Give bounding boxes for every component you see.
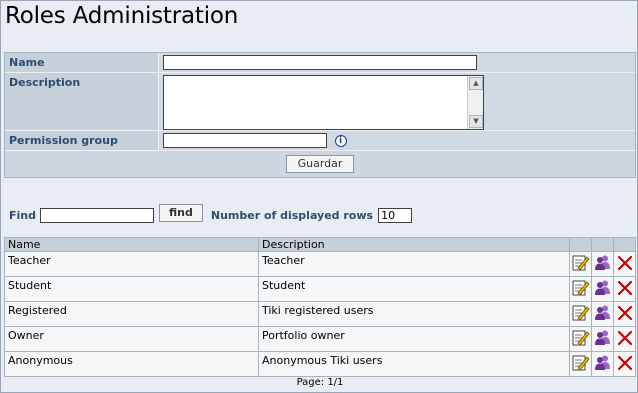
table-row: Teacher Teacher: [4, 251, 636, 277]
description-row: Description ▲ ▼: [5, 73, 635, 131]
find-label: Find: [9, 209, 36, 222]
scroll-down-icon[interactable]: ▼: [469, 115, 483, 128]
table-header-row: Name Description: [4, 237, 636, 252]
col-header-name[interactable]: Name: [4, 237, 259, 252]
edit-icon[interactable]: [572, 304, 590, 321]
group-permissions-icon[interactable]: [594, 279, 612, 296]
table-row: Owner Portfolio owner: [4, 326, 636, 352]
info-icon[interactable]: i: [334, 135, 347, 147]
roles-table: Name Description Teacher Teacher Student…: [4, 237, 636, 377]
role-description-cell: Teacher: [258, 251, 570, 277]
edit-icon[interactable]: [572, 354, 590, 371]
group-permissions-icon[interactable]: [594, 354, 612, 371]
edit-icon[interactable]: [572, 279, 590, 296]
delete-icon[interactable]: [617, 330, 633, 346]
table-row: Anonymous Anonymous Tiki users: [4, 351, 636, 377]
delete-icon[interactable]: [617, 355, 633, 371]
role-description-cell: Tiki registered users: [258, 301, 570, 327]
permission-group-label: Permission group: [5, 131, 159, 150]
group-permissions-icon[interactable]: [594, 254, 612, 271]
find-button[interactable]: find: [159, 203, 203, 222]
main-frame: Roles Administration Name Description ▲ …: [0, 0, 638, 393]
rows-input[interactable]: [378, 208, 413, 223]
role-description-cell: Portfolio owner: [258, 326, 570, 352]
col-header-description[interactable]: Description: [258, 237, 570, 252]
delete-icon[interactable]: [617, 280, 633, 296]
role-form: Name Description ▲ ▼ Permission group i: [4, 52, 636, 178]
description-textarea[interactable]: ▲ ▼: [163, 75, 484, 130]
edit-icon[interactable]: [572, 329, 590, 346]
edit-icon[interactable]: [572, 254, 590, 271]
role-name-cell: Anonymous: [4, 351, 259, 377]
table-row: Registered Tiki registered users: [4, 301, 636, 327]
group-permissions-icon[interactable]: [594, 304, 612, 321]
role-name-cell: Student: [4, 276, 259, 302]
name-input[interactable]: [163, 55, 477, 70]
role-name-cell: Registered: [4, 301, 259, 327]
rows-label: Number of displayed rows: [210, 209, 374, 222]
save-button[interactable]: Guardar: [286, 155, 354, 173]
pagination: Page: 1/1: [296, 377, 344, 388]
table-row: Student Student: [4, 276, 636, 302]
group-permissions-icon[interactable]: [594, 329, 612, 346]
role-name-cell: Teacher: [4, 251, 259, 277]
find-input[interactable]: [40, 208, 154, 223]
scroll-up-icon[interactable]: ▲: [469, 77, 483, 90]
save-row: Guardar: [5, 151, 635, 177]
description-label: Description: [5, 73, 159, 130]
find-bar: Find find Number of displayed rows: [9, 203, 413, 223]
role-description-cell: Student: [258, 276, 570, 302]
role-description-cell: Anonymous Tiki users: [258, 351, 570, 377]
description-scrollbar[interactable]: ▲ ▼: [467, 76, 483, 129]
role-name-cell: Owner: [4, 326, 259, 352]
page-title: Roles Administration: [5, 3, 239, 29]
delete-icon[interactable]: [617, 255, 633, 271]
permission-group-input[interactable]: [163, 133, 327, 148]
name-label: Name: [5, 53, 159, 72]
name-row: Name: [5, 53, 635, 73]
delete-icon[interactable]: [617, 305, 633, 321]
permission-group-row: Permission group i: [5, 131, 635, 151]
